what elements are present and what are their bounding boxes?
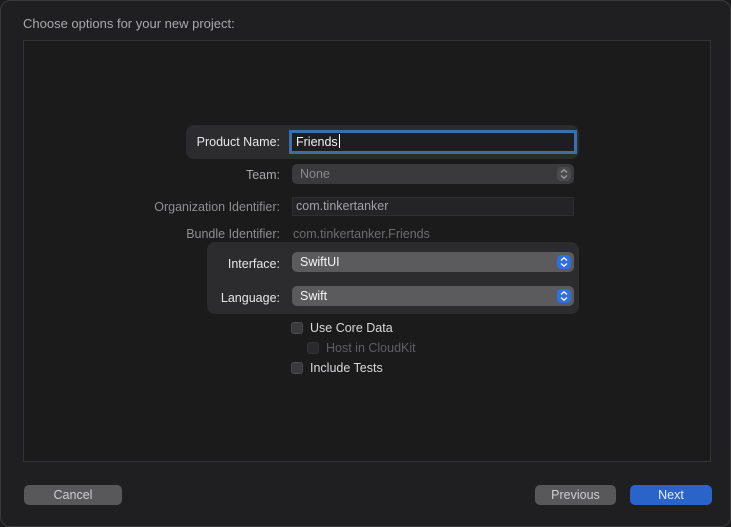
organization-identifier-field[interactable]: com.tinkertanker: [292, 197, 574, 216]
use-core-data-checkbox[interactable]: [291, 322, 303, 334]
language-label: Language:: [220, 291, 280, 305]
include-tests-checkbox-row[interactable]: Include Tests: [291, 361, 383, 375]
interface-popup[interactable]: SwiftUI: [292, 252, 574, 272]
language-popup[interactable]: Swift: [292, 286, 574, 306]
dialog-heading: Choose options for your new project:: [23, 16, 235, 31]
new-project-dialog: Choose options for your new project: Pro…: [0, 0, 731, 527]
text-caret: [338, 134, 340, 148]
up-down-chevron-icon: [557, 289, 571, 303]
up-down-chevron-icon: [557, 167, 571, 181]
team-popup[interactable]: None: [292, 164, 574, 184]
host-in-cloudkit-checkbox-row: Host in CloudKit: [307, 341, 416, 355]
include-tests-checkbox[interactable]: [291, 362, 303, 374]
product-name-value: Friends: [296, 135, 338, 149]
use-core-data-checkbox-row[interactable]: Use Core Data: [291, 321, 393, 335]
bundle-identifier-label: Bundle Identifier:: [186, 227, 280, 241]
product-name-field[interactable]: Friends: [292, 133, 574, 151]
team-popup-value: None: [300, 167, 330, 181]
team-label: Team:: [245, 168, 280, 182]
interface-popup-value: SwiftUI: [300, 255, 340, 269]
up-down-chevron-icon: [557, 255, 571, 269]
product-name-label: Product Name:: [196, 135, 280, 149]
organization-identifier-label: Organization Identifier:: [154, 200, 280, 214]
use-core-data-label: Use Core Data: [310, 321, 393, 335]
host-in-cloudkit-label: Host in CloudKit: [326, 341, 416, 355]
bundle-identifier-value: com.tinkertanker.Friends: [293, 227, 430, 241]
next-button[interactable]: Next: [630, 485, 712, 505]
host-in-cloudkit-checkbox: [307, 342, 319, 354]
language-popup-value: Swift: [300, 289, 328, 303]
organization-identifier-value: com.tinkertanker: [296, 199, 389, 213]
include-tests-label: Include Tests: [310, 361, 383, 375]
previous-button[interactable]: Previous: [535, 485, 616, 505]
interface-label: Interface:: [227, 257, 280, 271]
cancel-button[interactable]: Cancel: [24, 485, 122, 505]
